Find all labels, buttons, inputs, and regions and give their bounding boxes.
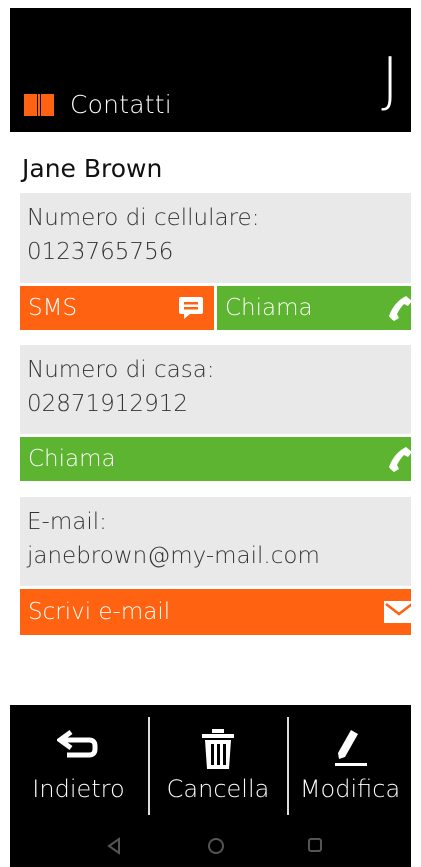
system-recents-icon[interactable]	[307, 837, 323, 853]
contact-detail: Jane Brown Numero di cellulare: 01237657…	[10, 132, 421, 705]
home-number-field: Numero di casa: 02871912912	[20, 345, 421, 434]
email-label: E-mail:	[27, 509, 107, 535]
book-icon	[24, 94, 54, 116]
back-label: Indietro	[32, 775, 125, 803]
mobile-number-value: 0123765756	[27, 239, 174, 265]
envelope-icon	[384, 601, 414, 623]
delete-label: Cancella	[166, 775, 270, 803]
home-number-label: Numero di casa:	[27, 357, 215, 383]
home-number-value: 02871912912	[27, 391, 188, 417]
pencil-icon	[335, 730, 367, 766]
edit-button[interactable]: Modifica	[289, 705, 411, 827]
mobile-number-field: Numero di cellulare: 0123765756	[20, 193, 421, 283]
contact-initial: J	[381, 45, 399, 115]
system-back-icon[interactable]	[106, 837, 122, 855]
sms-button[interactable]: SMS	[20, 286, 214, 330]
system-home-icon[interactable]	[207, 837, 225, 855]
email-field: E-mail: janebrown@my-mail.com	[20, 497, 421, 586]
delete-button[interactable]: Cancella	[150, 705, 286, 827]
contact-name: Jane Brown	[22, 154, 163, 183]
bottom-action-bar: Indietro Cancella Modifica	[10, 705, 411, 827]
call-home-button[interactable]: Chiama	[20, 437, 421, 481]
write-email-button[interactable]: Scrivi e-mail	[20, 589, 421, 635]
write-email-label: Scrivi e-mail	[28, 599, 171, 625]
app-header: Contatti J	[10, 8, 411, 132]
left-edge	[0, 0, 10, 867]
top-edge	[0, 0, 421, 8]
right-edge	[411, 0, 421, 867]
phone-icon	[389, 447, 412, 472]
system-nav-bar	[10, 827, 411, 867]
back-arrow-icon	[56, 729, 97, 758]
email-value: janebrown@my-mail.com	[27, 543, 320, 569]
app-frame: Contatti J Jane Brown Numero di cellular…	[0, 0, 421, 867]
mobile-number-label: Numero di cellulare:	[27, 205, 260, 231]
message-icon	[179, 297, 203, 319]
phone-icon	[389, 296, 412, 321]
back-button[interactable]: Indietro	[10, 705, 147, 827]
call-home-label: Chiama	[28, 446, 116, 472]
page-title: Contatti	[70, 90, 172, 119]
call-mobile-button[interactable]: Chiama	[217, 286, 421, 330]
trash-icon	[202, 729, 234, 769]
edit-label: Modifica	[299, 775, 401, 803]
